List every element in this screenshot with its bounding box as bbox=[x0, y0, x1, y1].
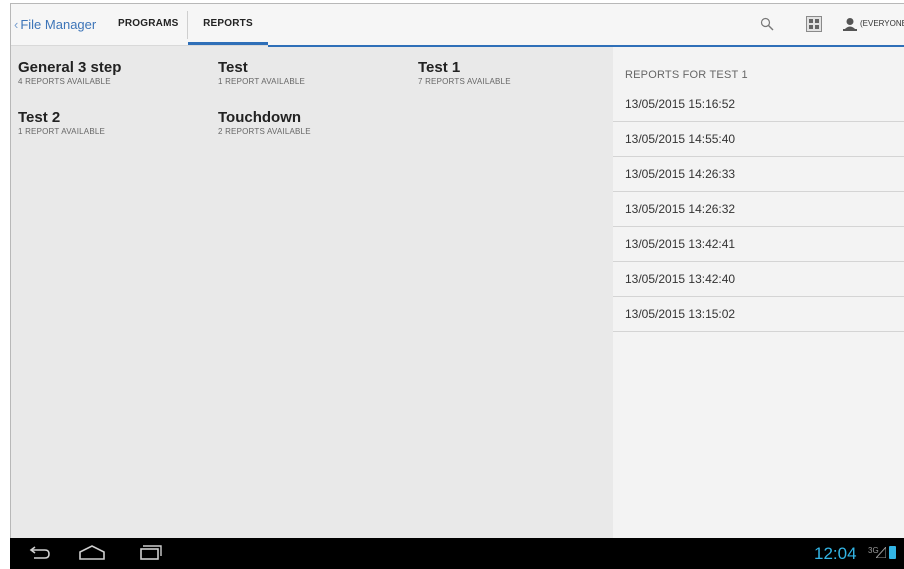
program-item[interactable]: Test 1 REPORT AVAILABLE bbox=[218, 59, 408, 86]
tab-programs[interactable]: PROGRAMS bbox=[118, 3, 188, 45]
back-to-file-manager-link[interactable]: ‹ File Manager bbox=[14, 17, 96, 32]
reports-panel: REPORTS FOR TEST 1 13/05/2015 15:16:52 1… bbox=[613, 47, 904, 541]
program-report-count: 2 REPORTS AVAILABLE bbox=[218, 127, 311, 136]
battery-icon bbox=[889, 546, 896, 559]
report-row[interactable]: 13/05/2015 14:26:33 bbox=[613, 157, 904, 192]
program-name: Test bbox=[218, 59, 248, 76]
program-report-count: 1 REPORT AVAILABLE bbox=[218, 77, 306, 86]
user-filter-label[interactable]: (EVERYONE bbox=[860, 19, 904, 28]
report-row[interactable]: 13/05/2015 14:26:32 bbox=[613, 192, 904, 227]
program-report-count: 1 REPORT AVAILABLE bbox=[18, 127, 106, 136]
recent-apps-icon[interactable] bbox=[128, 538, 168, 569]
program-report-count: 4 REPORTS AVAILABLE bbox=[18, 77, 111, 86]
window-border-top bbox=[10, 3, 904, 4]
program-name: Touchdown bbox=[218, 109, 302, 126]
user-icon[interactable] bbox=[843, 17, 857, 31]
program-item[interactable]: Test 2 1 REPORT AVAILABLE bbox=[18, 109, 208, 136]
status-clock: 12:04 bbox=[814, 544, 857, 563]
chevron-left-icon: ‹ bbox=[14, 17, 19, 32]
report-row[interactable]: 13/05/2015 13:42:41 bbox=[613, 227, 904, 262]
program-grid: General 3 step 4 REPORTS AVAILABLE Test … bbox=[10, 47, 613, 541]
program-name: Test 2 bbox=[18, 109, 61, 126]
program-report-count: 7 REPORTS AVAILABLE bbox=[418, 77, 511, 86]
app-window: ‹ File Manager PROGRAMS REPORTS (EVERYONE… bbox=[10, 3, 904, 569]
action-bar: ‹ File Manager PROGRAMS REPORTS (EVERYONE bbox=[10, 3, 904, 46]
program-name: Test 1 bbox=[418, 59, 461, 76]
report-list: 13/05/2015 15:16:52 13/05/2015 14:55:40 … bbox=[613, 87, 904, 332]
program-item[interactable]: General 3 step 4 REPORTS AVAILABLE bbox=[18, 59, 208, 86]
search-icon[interactable] bbox=[760, 17, 774, 31]
back-label: File Manager bbox=[20, 17, 97, 32]
system-navigation-bar: 12:04 3G bbox=[10, 538, 904, 569]
report-row[interactable]: 13/05/2015 13:15:02 bbox=[613, 297, 904, 332]
tab-reports[interactable]: REPORTS bbox=[188, 3, 268, 45]
reports-panel-title: REPORTS FOR TEST 1 bbox=[625, 69, 748, 81]
program-item[interactable]: Touchdown 2 REPORTS AVAILABLE bbox=[218, 109, 408, 136]
home-icon[interactable] bbox=[72, 538, 112, 569]
signal-icon bbox=[876, 547, 886, 558]
grid-view-icon[interactable] bbox=[806, 16, 822, 32]
program-item[interactable]: Test 1 7 REPORTS AVAILABLE bbox=[418, 59, 608, 86]
window-border-left bbox=[10, 3, 11, 538]
selected-tab-indicator bbox=[188, 42, 268, 45]
program-name: General 3 step bbox=[18, 59, 122, 76]
back-icon[interactable] bbox=[18, 538, 58, 569]
report-row[interactable]: 13/05/2015 15:16:52 bbox=[613, 87, 904, 122]
report-row[interactable]: 13/05/2015 13:42:40 bbox=[613, 262, 904, 297]
report-row[interactable]: 13/05/2015 14:55:40 bbox=[613, 122, 904, 157]
